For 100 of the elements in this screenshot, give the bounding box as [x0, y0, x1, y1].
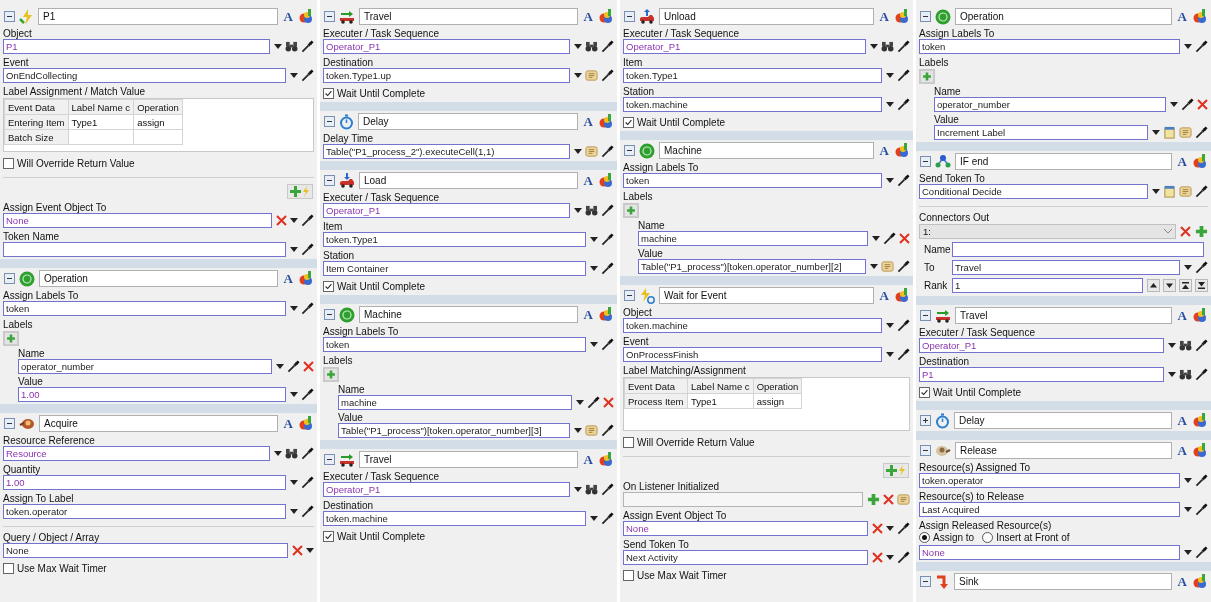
checkbox[interactable] [623, 117, 634, 128]
dropdown-icon[interactable] [1152, 189, 1160, 194]
collapse-icon[interactable] [920, 576, 931, 587]
dropdown-icon[interactable] [1184, 478, 1192, 483]
font-button[interactable]: A [1175, 574, 1189, 589]
dropdown-icon[interactable] [274, 44, 282, 49]
font-button[interactable]: A [581, 114, 595, 129]
input-field[interactable]: Table("P1_process")[token.operator_number][3] [338, 423, 570, 438]
input-field[interactable]: None [3, 543, 288, 558]
input-field[interactable]: Resource [3, 446, 270, 461]
dropdown-icon[interactable] [872, 236, 880, 241]
palette-icon[interactable] [1193, 574, 1207, 589]
dropdown-icon[interactable] [274, 451, 282, 456]
clear-icon[interactable] [276, 215, 287, 226]
eyedropper-icon[interactable] [897, 69, 910, 82]
title-field[interactable]: Release [955, 442, 1172, 459]
add-listener-button[interactable] [883, 463, 909, 478]
dropdown-icon[interactable] [1168, 343, 1176, 348]
palette-icon[interactable] [895, 143, 909, 158]
dropdown-icon[interactable] [590, 516, 598, 521]
eyedropper-icon[interactable] [897, 522, 910, 535]
dropdown-icon[interactable] [290, 73, 298, 78]
input-field[interactable]: machine [638, 231, 868, 246]
eyedropper-icon[interactable] [897, 40, 910, 53]
font-button[interactable]: A [281, 416, 295, 431]
collapse-icon[interactable] [920, 310, 931, 321]
input-field[interactable]: token.Type1.up [323, 68, 570, 83]
dropdown-icon[interactable] [886, 555, 894, 560]
font-button[interactable]: A [1175, 443, 1189, 458]
input-field[interactable]: token.machine [623, 318, 882, 333]
eyedropper-icon[interactable] [897, 551, 910, 564]
checkbox[interactable] [623, 570, 634, 581]
clear-icon[interactable] [1180, 226, 1191, 237]
collapse-icon[interactable] [920, 156, 931, 167]
eyedropper-icon[interactable] [601, 262, 614, 275]
checkbox[interactable] [323, 281, 334, 292]
input-field[interactable]: OnProcessFinish [623, 347, 882, 362]
eyedropper-icon[interactable] [301, 214, 314, 227]
clear-icon[interactable] [603, 397, 614, 408]
input-field[interactable]: Operator_P1 [323, 39, 570, 54]
input-field[interactable]: token [3, 301, 286, 316]
dropdown-icon[interactable] [1184, 44, 1192, 49]
collapse-icon[interactable] [4, 273, 15, 284]
input-field[interactable]: 1 [952, 278, 1143, 293]
eyedropper-icon[interactable] [897, 319, 910, 332]
title-field[interactable]: Unload [659, 8, 874, 25]
eyedropper-icon[interactable] [1181, 98, 1194, 111]
input-field[interactable]: operator_number [934, 97, 1166, 112]
title-field[interactable]: Travel [359, 451, 578, 468]
input-field[interactable]: None [919, 545, 1180, 560]
palette-icon[interactable] [299, 9, 313, 24]
title-field[interactable]: Operation [39, 270, 278, 287]
palette-icon[interactable] [1193, 308, 1207, 323]
dropdown-icon[interactable] [1170, 102, 1178, 107]
collapse-icon[interactable] [624, 145, 635, 156]
palette-icon[interactable] [1193, 443, 1207, 458]
font-button[interactable]: A [581, 452, 595, 467]
eyedropper-icon[interactable] [601, 483, 614, 496]
eyedropper-icon[interactable] [883, 232, 896, 245]
checkbox[interactable] [3, 158, 14, 169]
input-field[interactable]: 1.00 [18, 387, 286, 402]
connector-dropdown[interactable]: 1: [919, 224, 1176, 239]
font-button[interactable]: A [1175, 308, 1189, 323]
title-field[interactable]: Machine [359, 306, 578, 323]
input-field[interactable]: Operator_P1 [323, 203, 570, 218]
input-field[interactable]: Operator_P1 [323, 482, 570, 497]
input-field[interactable]: OnEndCollecting [3, 68, 286, 83]
font-button[interactable]: A [1175, 413, 1189, 428]
font-button[interactable]: A [581, 173, 595, 188]
dropdown-icon[interactable] [290, 392, 298, 397]
binoculars-icon[interactable] [1179, 369, 1192, 380]
input-field[interactable]: operator_number [18, 359, 272, 374]
input-field[interactable]: Operator_P1 [919, 338, 1164, 353]
dropdown-icon[interactable] [290, 218, 298, 223]
dropdown-icon[interactable] [590, 342, 598, 347]
eyedropper-icon[interactable] [301, 447, 314, 460]
dropdown-icon[interactable] [574, 487, 582, 492]
dropdown-icon[interactable] [574, 149, 582, 154]
input-field[interactable]: Next Activity [623, 550, 868, 565]
input-field[interactable]: 1.00 [3, 475, 286, 490]
binoculars-icon[interactable] [285, 448, 298, 459]
checkbox[interactable] [3, 563, 14, 574]
input-field[interactable] [3, 242, 286, 257]
palette-icon[interactable] [299, 416, 313, 431]
binoculars-icon[interactable] [285, 41, 298, 52]
title-field[interactable]: Sink [954, 573, 1172, 590]
input-field[interactable]: Last Acquired [919, 502, 1180, 517]
font-button[interactable]: A [1175, 9, 1189, 24]
binoculars-icon[interactable] [881, 41, 894, 52]
eyedropper-icon[interactable] [601, 69, 614, 82]
dropdown-icon[interactable] [1152, 130, 1160, 135]
dropdown-icon[interactable] [574, 44, 582, 49]
palette-icon[interactable] [599, 307, 613, 322]
input-field[interactable]: token.operator [919, 473, 1180, 488]
collapse-icon[interactable] [920, 11, 931, 22]
title-field[interactable]: Load [359, 172, 578, 189]
add-listener-button[interactable] [287, 184, 313, 199]
move-down-button[interactable] [1163, 279, 1176, 292]
title-field[interactable]: Delay [358, 113, 578, 130]
move-up-button[interactable] [1147, 279, 1160, 292]
